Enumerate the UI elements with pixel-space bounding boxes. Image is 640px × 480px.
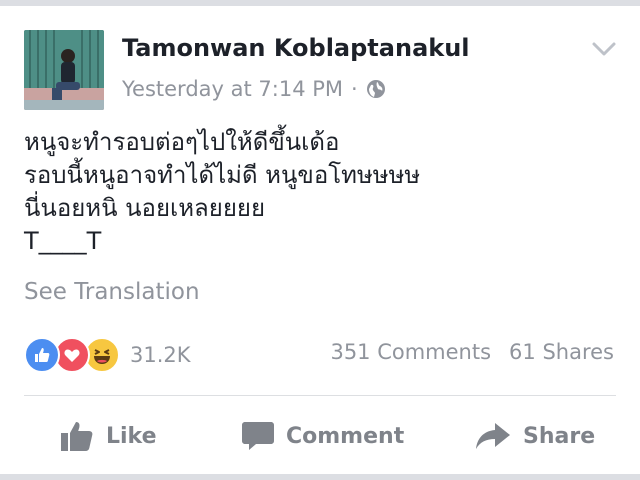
like-button[interactable]: Like: [60, 418, 157, 454]
post-meta: Yesterday at 7:14 PM ·: [122, 77, 386, 101]
like-reaction-icon: [24, 337, 60, 373]
like-button-label: Like: [106, 423, 157, 449]
comment-button-label: Comment: [286, 423, 405, 449]
actions-divider: [24, 395, 616, 396]
reaction-count: 31.2K: [130, 343, 191, 367]
bottom-separator-band: [0, 474, 640, 480]
author-name[interactable]: Tamonwan Koblaptanakul: [122, 34, 470, 62]
post-text-line: หนูจะทำรอบต่อๆไปให้ดีขึ้นเด้อ: [24, 128, 340, 156]
avatar[interactable]: [24, 30, 104, 110]
share-arrow-icon: [476, 423, 510, 449]
chevron-down-icon[interactable]: [590, 38, 618, 60]
shares-count-link[interactable]: 61 Shares: [509, 340, 614, 364]
globe-icon[interactable]: [366, 79, 386, 99]
post-timestamp[interactable]: Yesterday at 7:14 PM: [122, 77, 343, 101]
reactions-summary[interactable]: 31.2K: [24, 337, 191, 373]
comment-button[interactable]: Comment: [242, 418, 404, 454]
meta-separator: ·: [351, 77, 358, 101]
post-text-line: รอบนี้หนูอาจทำได้ไม่ดี หนูขอโทษษษษ: [24, 161, 421, 189]
post-text-line: T____T: [24, 227, 102, 255]
comment-bubble-icon: [242, 422, 274, 450]
comments-count-link[interactable]: 351 Comments: [330, 340, 491, 364]
thumbs-up-icon: [61, 422, 93, 451]
top-separator-band: [0, 0, 640, 6]
see-translation-link[interactable]: See Translation: [24, 279, 200, 305]
share-button-label: Share: [523, 423, 596, 449]
share-button[interactable]: Share: [475, 418, 595, 454]
post-text: หนูจะทำรอบต่อๆไปให้ดีขึ้นเด้อ รอบนี้หนูอ…: [24, 126, 624, 258]
engagement-stats: 351 Comments 61 Shares: [330, 340, 614, 364]
post-text-line: นี่นอยหนิ นอยเหลยยยย: [24, 194, 266, 222]
